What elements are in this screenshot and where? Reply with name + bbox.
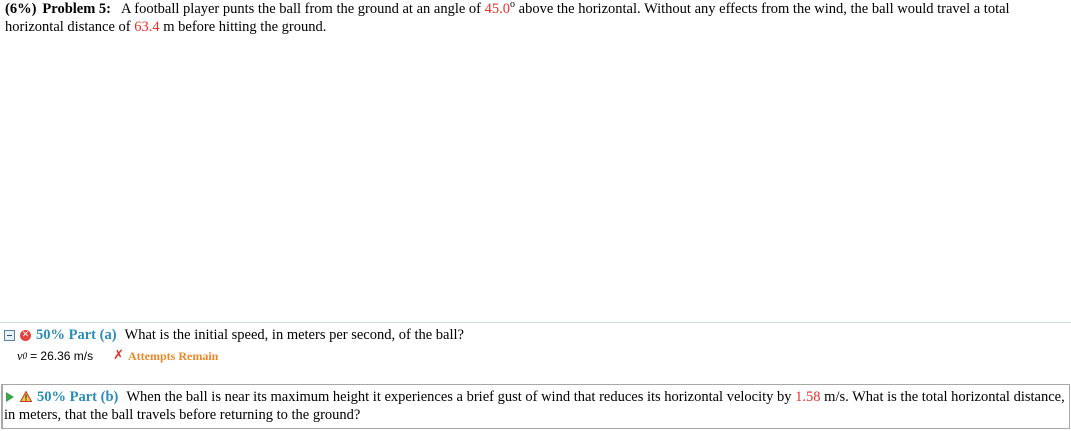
problem-distance: 63.4 [134,19,160,35]
part-a-answer: v0 = 26.36 m/s ✗ Attempts Remain [17,347,1064,365]
section-divider [0,322,1071,323]
warning-icon [20,391,32,402]
attempts-status: ✗ Attempts Remain [113,347,218,365]
problem-text-1: A football player punts the ball from th… [121,1,485,17]
cross-icon: ✗ [113,348,125,363]
problem-title: Problem 5: [42,1,112,17]
collapse-icon[interactable] [4,329,15,341]
part-b-label[interactable]: 50% Part (b) [37,389,118,405]
part-b-velocity-unit: m/s [820,389,846,405]
part-a-section: ✕ 50% Part (a) What is the initial speed… [4,326,1064,365]
problem-distance-unit: m [159,19,175,35]
part-a-question: What is the initial speed, in meters per… [124,327,464,343]
problem-statement: (6%) Problem 5: A football player punts th… [5,0,1065,36]
problem-text-3: before hitting the ground. [174,19,327,35]
problem-angle: 45.0 [484,1,511,17]
problem-weight: (6%) [5,1,37,17]
answer-subscript: 0 [22,351,28,361]
attempts-text: Attempts Remain [128,349,219,363]
answer-value: = 26.36 m/s [30,349,94,363]
part-a-label[interactable]: 50% Part (a) [36,326,117,344]
part-b-velocity: 1.58 [795,389,821,405]
incorrect-icon: ✕ [20,329,31,341]
part-b-text-1: When the ball is near its maximum height… [126,389,796,405]
part-b-section: 50% Part (b) When the ball is near its ma… [4,388,1066,424]
expand-play-icon[interactable] [6,392,14,402]
